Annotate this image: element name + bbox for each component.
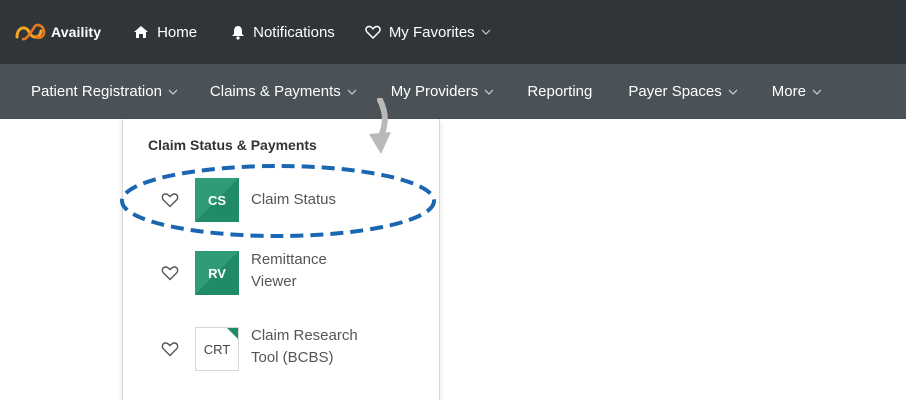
nav-home[interactable]: Home [133, 24, 197, 41]
nav-reporting[interactable]: Reporting [527, 83, 592, 100]
menu-item-label-line1: Claim Research [251, 327, 358, 344]
brand-name: Availity [51, 24, 102, 40]
chevron-down-icon [347, 89, 357, 95]
menu-item-label-line1: Remittance [251, 251, 327, 268]
app-badge-cs: CS [195, 178, 239, 222]
nav-home-label: Home [157, 23, 198, 41]
menu-item-label-line1: Claim Status [251, 191, 337, 208]
claims-payments-dropdown: Claim Status & Payments CS Claim Status … [122, 119, 440, 400]
menu-item-claim-research-tool[interactable]: CRT Claim Research Tool (BCBS) [123, 325, 439, 373]
nav-claims-payments-label: Claims & Payments [209, 83, 341, 100]
app-badge-rv-text: RV [208, 265, 226, 281]
nav-my-favorites[interactable]: My Favorites [365, 24, 499, 41]
menu-item-label: Claim Research Tool (BCBS) [251, 325, 358, 369]
availity-logo-mark-icon [15, 23, 46, 41]
nav-my-providers[interactable]: My Providers [391, 83, 495, 100]
menu-item-remittance-viewer[interactable]: RV Remittance Viewer [123, 249, 439, 297]
main-nav-bar: Patient Registration Claims & Payments M… [0, 64, 906, 119]
app-badge-crt: CRT [195, 327, 239, 371]
favorite-heart-icon[interactable] [161, 341, 179, 357]
menu-item-label: Claim Status [251, 189, 336, 211]
badge-corner-flag [227, 328, 238, 339]
app-badge-cs-text: CS [207, 192, 227, 208]
nav-my-favorites-label: My Favorites [388, 23, 475, 41]
chevron-down-icon [484, 89, 494, 95]
nav-reporting-label: Reporting [527, 83, 593, 100]
heart-outline-icon [365, 25, 381, 39]
chevron-down-icon [168, 89, 178, 95]
nav-more-label: More [771, 83, 806, 100]
menu-item-label: Remittance Viewer [251, 249, 327, 293]
dropdown-heading: Claim Status & Payments [148, 137, 317, 153]
app-badge-rv: RV [195, 251, 239, 295]
home-icon [134, 26, 149, 38]
nav-more[interactable]: More [772, 83, 822, 100]
nav-my-providers-label: My Providers [390, 83, 479, 100]
nav-patient-registration[interactable]: Patient Registration [31, 83, 178, 100]
nav-patient-registration-label: Patient Registration [31, 83, 162, 100]
menu-item-label-line2: Viewer [251, 273, 297, 290]
nav-notifications-label: Notifications [253, 23, 335, 41]
nav-payer-spaces-label: Payer Spaces [628, 83, 722, 100]
chevron-down-icon [812, 89, 822, 95]
nav-payer-spaces[interactable]: Payer Spaces [628, 83, 738, 100]
app-badge-crt-text: CRT [203, 341, 231, 357]
chevron-down-icon [728, 89, 738, 95]
availity-logo[interactable]: Availity [14, 21, 101, 43]
bell-icon [232, 25, 245, 40]
top-bar: Availity Home Notifications My Favorites [0, 0, 906, 64]
favorite-heart-icon[interactable] [161, 192, 179, 208]
nav-claims-payments[interactable]: Claims & Payments [210, 83, 357, 100]
menu-item-claim-status[interactable]: CS Claim Status [123, 177, 439, 223]
menu-item-label-line2: Tool (BCBS) [251, 349, 334, 366]
favorite-heart-icon[interactable] [161, 265, 179, 281]
nav-notifications[interactable]: Notifications [231, 24, 335, 41]
chevron-down-icon [481, 29, 491, 35]
